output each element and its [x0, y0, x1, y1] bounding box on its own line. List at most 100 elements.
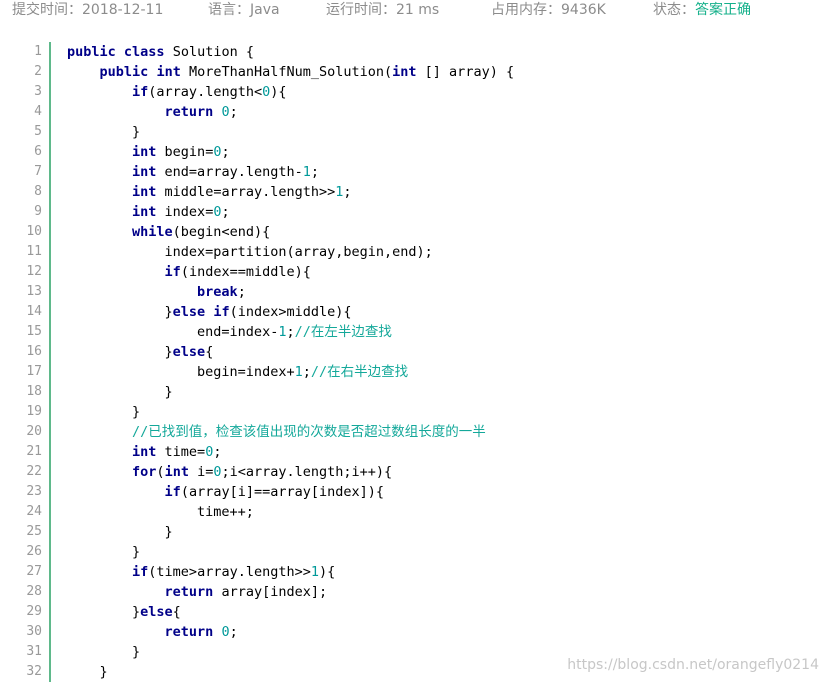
code-text: (array.length< — [148, 84, 263, 100]
code-text: (index==middle){ — [180, 264, 311, 280]
run-time-value: 21 ms — [396, 2, 440, 18]
line-number: 9 — [34, 204, 42, 219]
line-number: 11 — [26, 244, 42, 259]
run-time-info: 运行时间：21 ms — [326, 0, 439, 20]
code-line: int end=array.length-1; — [67, 162, 829, 182]
code-keyword: if — [132, 84, 149, 100]
code-text: } — [67, 644, 141, 660]
line-number: 3 — [34, 84, 42, 99]
code-line: if(array.length<0){ — [67, 82, 829, 102]
code-comment: //在左半边查找 — [294, 324, 392, 340]
code-text: ; — [343, 184, 352, 200]
code-text: { — [205, 344, 214, 360]
code-keyword: return — [164, 104, 214, 120]
code-line: index=partition(array,begin,end); — [67, 242, 829, 262]
code-text: { — [172, 604, 181, 620]
code-comment: //在右半边查找 — [310, 364, 409, 380]
line-number: 21 — [26, 444, 42, 459]
line-number: 31 — [26, 644, 42, 659]
line-number: 18 — [26, 384, 42, 399]
code-keyword: break — [197, 284, 238, 300]
line-number-gutter: 1 2 3 4 5 6 7 8 9 10 11 12 13 14 15 16 17 18 19 20 21 22 23 24 2… — [0, 42, 51, 682]
code-line: } — [67, 542, 829, 562]
code-keyword: int — [132, 144, 157, 160]
code-line: public int MoreThanHalfNum_Solution(int … — [67, 62, 829, 82]
code-text: begin=index+ — [67, 364, 295, 380]
code-line: time++; — [67, 502, 829, 522]
memory-label: 占用内存： — [491, 2, 561, 18]
code-line: }else{ — [67, 342, 829, 362]
memory-info: 占用内存：9436K — [491, 0, 606, 20]
line-number: 32 — [26, 664, 42, 679]
code-text: ; — [286, 324, 295, 340]
code-text: array[index]; — [213, 584, 328, 600]
line-number: 5 — [34, 124, 42, 139]
code-text: (time>array.length>> — [148, 564, 311, 580]
code-line: for(int i=0;i<array.length;i++){ — [67, 462, 829, 482]
code-text: time= — [156, 444, 206, 460]
code-keyword: int — [132, 164, 157, 180]
submit-time-info: 提交时间：2018-12-11 — [12, 0, 163, 20]
submit-time-value: 2018-12-11 — [82, 2, 164, 18]
code-keyword: if — [164, 264, 181, 280]
code-keyword: if — [213, 304, 230, 320]
code-text: end=array.length- — [156, 164, 303, 180]
code-text: i= — [188, 464, 214, 480]
line-number: 10 — [26, 224, 42, 239]
code-line: int middle=array.length>>1; — [67, 182, 829, 202]
code-keyword: return — [164, 624, 214, 640]
code-keyword: int — [156, 64, 181, 80]
code-keyword: int — [132, 184, 157, 200]
language-info: 语言：Java — [208, 0, 280, 20]
submission-info-bar: 提交时间：2018-12-11 语言：Java 运行时间：21 ms 占用内存：… — [0, 0, 829, 24]
code-line: begin=index+1;//在右半边查找 — [67, 362, 829, 382]
line-number: 1 — [34, 44, 42, 59]
code-text: ; — [221, 144, 230, 160]
code-text: Solution { — [164, 44, 254, 60]
language-label: 语言： — [208, 2, 250, 18]
code-text: } — [67, 604, 141, 620]
code-text: middle=array.length>> — [156, 184, 336, 200]
code-line: } — [67, 402, 829, 422]
line-number: 17 — [26, 364, 42, 379]
code-line: int begin=0; — [67, 142, 829, 162]
status-info: 状态：答案正确 — [653, 0, 751, 20]
line-number: 8 — [34, 184, 42, 199]
code-keyword: int — [132, 204, 157, 220]
line-number: 22 — [26, 464, 42, 479]
code-text: ; — [229, 624, 238, 640]
code-line: return array[index]; — [67, 582, 829, 602]
line-number: 16 — [26, 344, 42, 359]
line-number: 25 — [26, 524, 42, 539]
code-number: 1 — [294, 364, 303, 380]
run-time-label: 运行时间： — [326, 2, 396, 18]
line-number: 13 — [26, 284, 42, 299]
code-line: return 0; — [67, 622, 829, 642]
code-line: //已找到值，检查该值出现的次数是否超过数组长度的一半 — [67, 422, 829, 442]
code-text: } — [67, 524, 173, 540]
code-number: 0 — [221, 624, 230, 640]
code-keyword: class — [123, 44, 165, 60]
code-text: } — [67, 384, 173, 400]
submit-time-label: 提交时间： — [12, 2, 82, 18]
code-text: [] array) { — [416, 64, 515, 80]
code-text: } — [67, 344, 173, 360]
line-number: 26 — [26, 544, 42, 559]
code-text: (begin<end){ — [172, 224, 271, 240]
line-number: 27 — [26, 564, 42, 579]
code-keyword: else — [172, 304, 206, 320]
code-text: MoreThanHalfNum_Solution( — [180, 64, 393, 80]
code-keyword: public — [99, 64, 149, 80]
